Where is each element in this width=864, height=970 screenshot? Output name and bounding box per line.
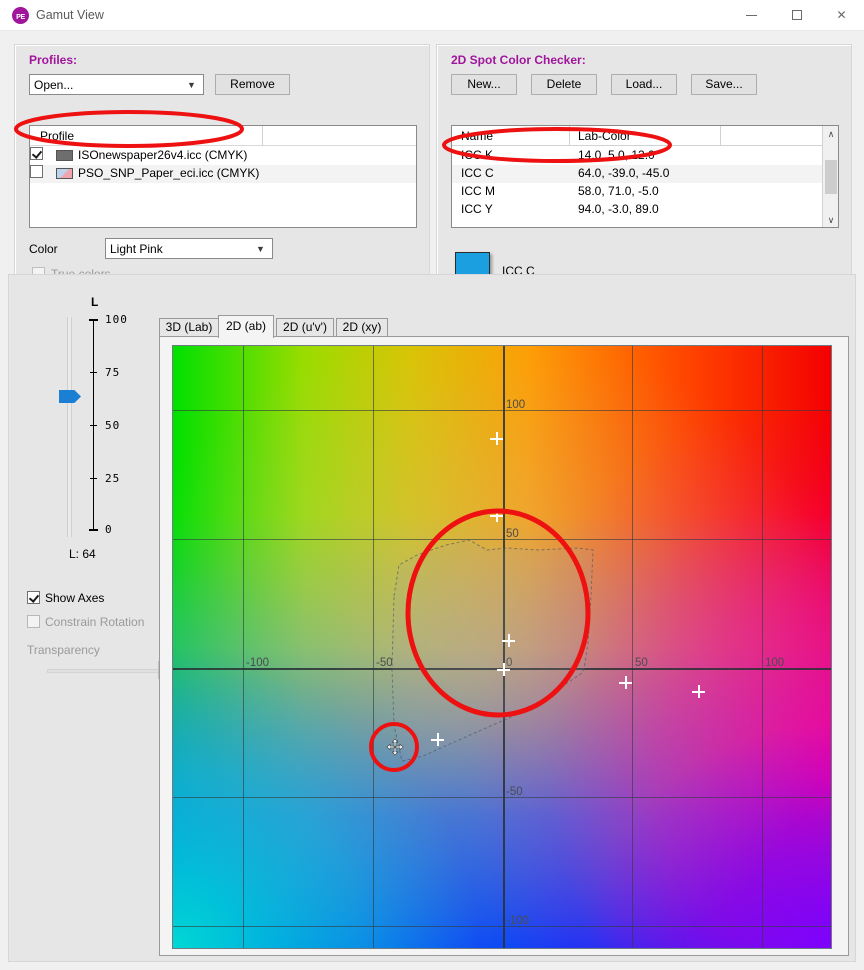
open-profile-combo[interactable]: Open... ▼ (29, 74, 204, 95)
chevron-down-icon: ▼ (256, 243, 265, 254)
axis-tick (90, 425, 97, 426)
lightness-value-label: L: 64 (69, 547, 96, 561)
window-client-area: Profiles: Open... ▼ Remove Profile ISOne… (0, 31, 864, 970)
lightness-tick-25: 25 (105, 472, 121, 485)
constrain-rotation-label: Constrain Rotation (45, 615, 145, 629)
scroll-up-icon[interactable]: ∧ (823, 126, 838, 143)
show-axes-label: Show Axes (45, 591, 105, 605)
table-row[interactable]: ICC C 64.0, -39.0, -45.0 (452, 165, 838, 183)
axis-cap (89, 529, 98, 531)
profiles-list-header[interactable]: Profile (30, 126, 416, 146)
save-spot-button[interactable]: Save... (691, 74, 757, 95)
profile-name: PSO_SNP_Paper_eci.icc (CMYK) (78, 166, 260, 180)
profiles-panel: Profiles: Open... ▼ Remove Profile ISOne… (14, 44, 430, 296)
spot-list-header[interactable]: Name Lab-Color (452, 126, 838, 146)
spot-marker[interactable] (497, 663, 510, 676)
spot-marker[interactable] (431, 733, 444, 746)
spot-name: ICC Y (461, 202, 493, 216)
column-divider[interactable] (720, 126, 721, 146)
spot-lab: 64.0, -39.0, -45.0 (578, 166, 670, 180)
color-combo-value: Light Pink (110, 242, 163, 256)
table-row[interactable]: ICC Y 94.0, -3.0, 89.0 (452, 201, 838, 219)
constrain-rotation-checkbox[interactable] (27, 615, 40, 628)
view-mode-tabs: 3D (Lab) 2D (ab) 2D (u'v') 2D (xy) (159, 315, 849, 338)
table-row[interactable]: ICC K 14.0, 5.0, 12.0 (452, 147, 838, 165)
minimize-icon (746, 15, 757, 16)
scroll-down-icon[interactable]: ∨ (823, 212, 838, 227)
gamut-plot-canvas[interactable]: 100 50 -50 -100 -100 -50 0 50 100 (172, 345, 832, 949)
spot-name: ICC K (461, 148, 494, 162)
lightness-axis-line (89, 319, 98, 531)
tab-2d-uv[interactable]: 2D (u'v') (276, 318, 334, 337)
gamut-plot-frame[interactable]: 100 50 -50 -100 -100 -50 0 50 100 (159, 336, 849, 956)
spot-lab: 94.0, -3.0, 89.0 (578, 202, 659, 216)
spot-name: ICC C (461, 166, 494, 180)
color-combo[interactable]: Light Pink ▼ (105, 238, 273, 259)
scrollbar-thumb[interactable] (825, 160, 837, 194)
lightness-axis-title: L (91, 295, 99, 309)
maximize-icon (791, 10, 802, 20)
maximize-button[interactable] (774, 0, 819, 31)
table-row[interactable]: PSO_SNP_Paper_eci.icc (CMYK) (30, 165, 416, 183)
spot-color-checker-panel: 2D Spot Color Checker: New... Delete Loa… (436, 44, 852, 296)
column-divider[interactable] (262, 126, 263, 146)
close-button[interactable]: ✕ (819, 0, 864, 31)
spot-lab: 58.0, 71.0, -5.0 (578, 184, 659, 198)
lightness-slider-track[interactable] (67, 317, 72, 537)
profile-name: ISOnewspaper26v4.icc (CMYK) (78, 148, 248, 162)
lightness-control-group: L 100 75 50 25 0 L: 64 Show Axes Constra… (17, 295, 167, 679)
move-cursor-icon (386, 738, 404, 756)
minimize-button[interactable] (729, 0, 774, 31)
spot-marker[interactable] (692, 685, 705, 698)
spot-lab: 14.0, 5.0, 12.0 (578, 148, 655, 162)
new-spot-button[interactable]: New... (451, 74, 517, 95)
window-titlebar: PE Gamut View ✕ (0, 0, 864, 31)
transparency-slider-track[interactable] (47, 669, 167, 673)
axis-tick (90, 372, 97, 373)
spot-name: ICC M (461, 184, 495, 198)
load-spot-button[interactable]: Load... (611, 74, 677, 95)
window-title: Gamut View (36, 8, 104, 22)
spot-marker[interactable] (619, 676, 632, 689)
spot-panel-title: 2D Spot Color Checker: (451, 53, 586, 67)
open-profile-value: Open... (34, 78, 74, 92)
profiles-panel-title: Profiles: (29, 53, 78, 67)
profiles-column-profile: Profile (40, 129, 75, 143)
gamut-view-panel: L 100 75 50 25 0 L: 64 Show Axes Constra… (8, 274, 856, 962)
profiles-list[interactable]: Profile ISOnewspaper26v4.icc (CMYK) PSO_… (29, 125, 417, 228)
spot-marker[interactable] (490, 432, 503, 445)
close-icon: ✕ (836, 8, 847, 22)
lightness-tick-0: 0 (105, 523, 113, 536)
spot-column-name: Name (461, 129, 494, 143)
profile-row-checkbox[interactable] (30, 165, 43, 178)
spot-marker[interactable] (502, 634, 515, 647)
remove-profile-button[interactable]: Remove (215, 74, 290, 95)
tab-2d-ab[interactable]: 2D (ab) (218, 315, 274, 338)
tab-3d-lab[interactable]: 3D (Lab) (159, 318, 219, 337)
chevron-down-icon: ▼ (187, 79, 196, 90)
table-row[interactable]: ISOnewspaper26v4.icc (CMYK) (30, 147, 416, 165)
lightness-slider-thumb[interactable] (59, 390, 81, 403)
lightness-tick-50: 50 (105, 419, 121, 432)
spot-list-scrollbar[interactable]: ∧ ∨ (822, 126, 838, 227)
profile-color-swatch (56, 168, 73, 179)
lightness-tick-100: 100 (105, 313, 128, 326)
spot-column-lab: Lab-Color (578, 129, 631, 143)
profile-row-checkbox[interactable] (30, 147, 43, 160)
lightness-tick-75: 75 (105, 366, 121, 379)
transparency-label: Transparency (27, 643, 100, 657)
show-axes-checkbox[interactable] (27, 591, 40, 604)
table-row[interactable]: ICC M 58.0, 71.0, -5.0 (452, 183, 838, 201)
axis-cap (89, 319, 98, 321)
axis-tick (90, 478, 97, 479)
tab-2d-xy[interactable]: 2D (xy) (336, 318, 388, 337)
delete-spot-button[interactable]: Delete (531, 74, 597, 95)
spot-marker[interactable] (490, 509, 503, 522)
color-label: Color (29, 242, 58, 256)
profile-color-swatch (56, 150, 73, 161)
spot-color-list[interactable]: Name Lab-Color ICC K 14.0, 5.0, 12.0 ICC… (451, 125, 839, 228)
app-icon: PE (12, 7, 29, 24)
column-divider[interactable] (569, 126, 570, 146)
